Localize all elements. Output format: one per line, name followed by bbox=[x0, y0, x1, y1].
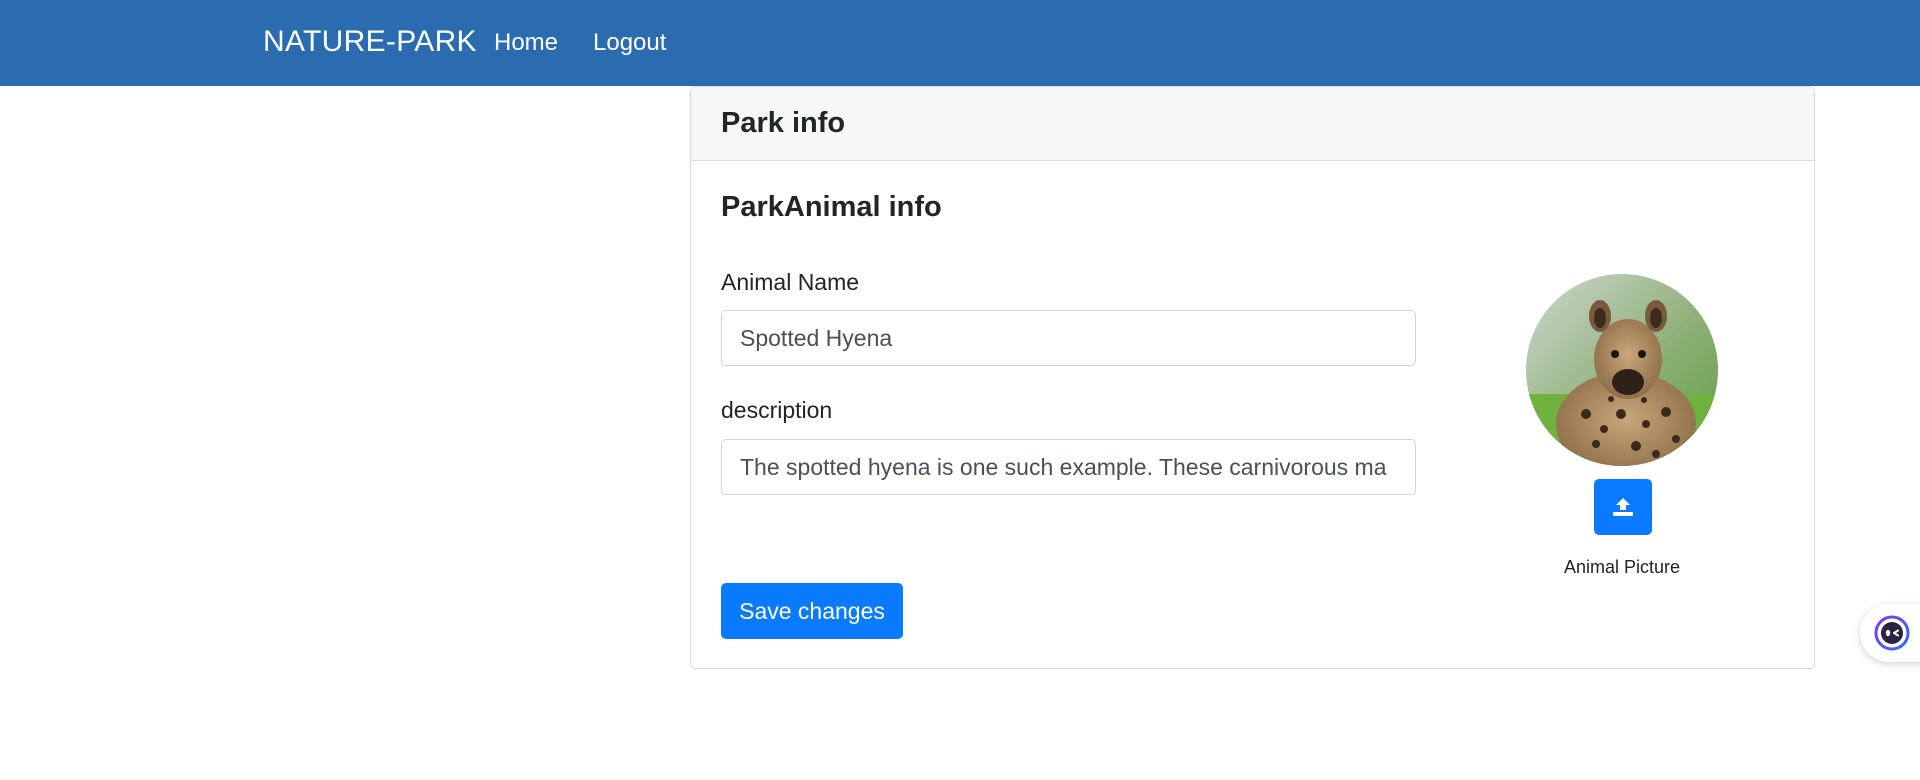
nav-link-logout[interactable]: Logout bbox=[593, 29, 666, 57]
description-input[interactable] bbox=[721, 439, 1416, 495]
upload-icon bbox=[1613, 498, 1633, 516]
brand-logo[interactable]: NATURE-PARK bbox=[263, 25, 477, 59]
animal-picture bbox=[1526, 274, 1718, 466]
save-changes-button[interactable]: Save changes bbox=[721, 583, 903, 639]
hyena-photo-image bbox=[1526, 274, 1718, 466]
animal-name-label: Animal Name bbox=[721, 269, 860, 295]
upload-picture-button[interactable] bbox=[1594, 479, 1652, 535]
chat-bot-launcher[interactable] bbox=[1860, 604, 1920, 662]
animal-name-input[interactable] bbox=[721, 310, 1416, 366]
description-label: description bbox=[721, 397, 833, 423]
chat-bot-icon bbox=[1874, 615, 1910, 651]
animal-picture-caption: Animal Picture bbox=[1563, 557, 1681, 577]
top-navbar: NATURE-PARK Home Logout bbox=[0, 0, 1920, 86]
park-info-card: Park info ParkAnimal info Animal Name de… bbox=[690, 86, 1815, 669]
card-title: Park info bbox=[721, 107, 846, 139]
card-header: Park info bbox=[691, 87, 1814, 161]
nav-link-home[interactable]: Home bbox=[494, 29, 558, 57]
section-title: ParkAnimal info bbox=[721, 191, 942, 223]
